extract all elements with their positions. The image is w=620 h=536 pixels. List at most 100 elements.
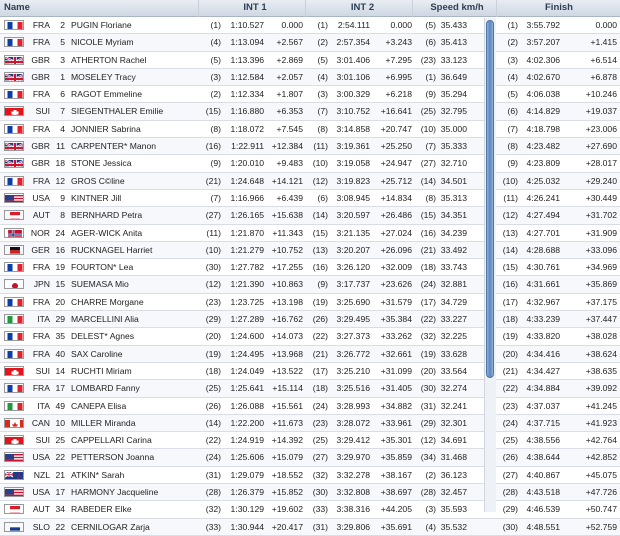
int2-rank: (32) bbox=[312, 469, 328, 480]
int2-gap: +7.295 bbox=[385, 54, 412, 65]
speed-value: 33.628 bbox=[440, 348, 467, 359]
int1-time: 1:20.010 bbox=[230, 158, 264, 169]
flag-ger-icon bbox=[4, 244, 24, 255]
table-row[interactable]: GBR 3 ATHERTON Rachel (5) 1:13.396 +2.869 (5) 3… bbox=[0, 51, 620, 69]
int1-time: 1:21.390 bbox=[230, 279, 264, 290]
finish-rank: (5) bbox=[507, 89, 518, 100]
flag-gbr-icon bbox=[4, 54, 24, 65]
table-row[interactable]: FRA 5 NICOLE Myriam (4) 1:13.094 +2.567 (2) 2:5… bbox=[0, 34, 620, 52]
table-row[interactable]: CAN 10 MILLER Miranda (14) 1:22.200 +11.673 (2… bbox=[0, 414, 620, 433]
int2-rank: (25) bbox=[312, 435, 328, 446]
speed-rank: (9) bbox=[425, 89, 436, 100]
table-row[interactable]: JPN 15 SUEMASA Mio (12) 1:21.390 +10.863 (9) 3:… bbox=[0, 276, 620, 294]
rider-name: LOMBARD Fanny bbox=[71, 383, 140, 394]
speed-value: 35.294 bbox=[440, 89, 467, 100]
nation-code: USA bbox=[32, 452, 50, 463]
table-row[interactable]: NZL 21 ATKIN* Sarah (31) 1:29.079 +18.552 (32)… bbox=[0, 466, 620, 485]
table-row[interactable]: FRA 6 RAGOT Emmeline (2) 1:12.334 +1.807 (3) 3:… bbox=[0, 86, 620, 104]
header-speed[interactable]: Speed km/h bbox=[417, 0, 497, 16]
int1-gap: +2.869 bbox=[276, 54, 303, 65]
table-row[interactable]: FRA 19 FOURTON* Lea (30) 1:27.782 +17.255 (16)… bbox=[0, 259, 620, 277]
speed-rank: (30) bbox=[420, 383, 436, 394]
int2-rank: (12) bbox=[312, 175, 328, 186]
speed-rank: (20) bbox=[420, 365, 436, 376]
int2-time: 3:32.808 bbox=[336, 487, 370, 498]
table-row[interactable]: SUI 14 RUCHTI Miriam (18) 1:24.049 +13.522 (17… bbox=[0, 362, 620, 381]
table-row[interactable]: USA 9 KINTNER Jill (7) 1:16.966 +6.439 (6) 3:08… bbox=[0, 189, 620, 208]
table-row[interactable]: SLO 22 CERNILOGAR Zarja (33) 1:30.944 +20.417… bbox=[0, 518, 620, 536]
rider-name: STONE Jessica bbox=[71, 158, 132, 169]
table-row[interactable]: AUT 34 RABEDER Elke (32) 1:30.129 +19.602 (33)… bbox=[0, 501, 620, 519]
table-row[interactable]: ITA 49 CANEPA Elisa (26) 1:26.088 +15.561 (24)… bbox=[0, 397, 620, 415]
int2-gap: +35.301 bbox=[380, 435, 412, 446]
table-row[interactable]: FRA 2 PUGIN Floriane (1) 1:10.527 0.000 (1) 2:5… bbox=[0, 17, 620, 35]
header-int2[interactable]: INT 2 bbox=[310, 0, 415, 16]
table-row[interactable]: ITA 29 MARCELLINI Alia (29) 1:27.289 +16.762 (… bbox=[0, 311, 620, 329]
scrollbar-thumb[interactable] bbox=[486, 20, 494, 378]
table-row[interactable]: GBR 11 CARPENTER* Manon (16) 1:22.911 +12.384… bbox=[0, 138, 620, 156]
int2-time: 3:25.516 bbox=[336, 383, 370, 394]
table-row[interactable]: FRA 35 DELEST* Agnes (20) 1:24.600 +14.073 (22… bbox=[0, 328, 620, 346]
int1-time: 1:16.966 bbox=[230, 192, 264, 203]
table-row[interactable]: AUT 8 BERNHARD Petra (27) 1:26.165 +15.638 (14… bbox=[0, 207, 620, 225]
finish-rank: (21) bbox=[502, 365, 518, 376]
int2-time: 3:29.495 bbox=[336, 314, 370, 325]
int2-gap: +33.262 bbox=[380, 331, 412, 342]
header-finish[interactable]: Finish bbox=[500, 0, 618, 16]
int2-time: 3:21.135 bbox=[336, 227, 370, 238]
int2-rank: (19) bbox=[312, 296, 328, 307]
table-row[interactable]: FRA 4 JONNIER Sabrina (8) 1:18.072 +7.545 (8) 3… bbox=[0, 120, 620, 139]
flag-gbr-icon bbox=[4, 71, 24, 82]
int1-rank: (22) bbox=[205, 435, 221, 446]
finish-gap: +31.909 bbox=[585, 227, 617, 238]
int1-rank: (8) bbox=[210, 123, 221, 134]
finish-time: 4:23.482 bbox=[526, 141, 560, 152]
bib-number: 1 bbox=[60, 71, 65, 82]
rider-name: CARPENTER* Manon bbox=[71, 141, 157, 152]
table-row[interactable]: FRA 20 CHARRE Morgane (23) 1:23.725 +13.198 (1… bbox=[0, 293, 620, 312]
table-row[interactable]: USA 17 HARMONY Jacqueline (28) 1:26.379 +15.8… bbox=[0, 484, 620, 502]
int1-rank: (31) bbox=[205, 469, 221, 480]
finish-gap: +31.702 bbox=[585, 210, 617, 221]
int1-gap: +14.073 bbox=[271, 331, 303, 342]
int1-gap: +2.057 bbox=[276, 71, 303, 82]
table-row[interactable]: USA 22 PETTERSON Joanna (24) 1:25.606 +15.079… bbox=[0, 449, 620, 467]
speed-value: 33.564 bbox=[440, 365, 467, 376]
int2-time: 3:26.120 bbox=[336, 262, 370, 273]
int2-rank: (8) bbox=[317, 123, 328, 134]
finish-rank: (30) bbox=[502, 521, 518, 532]
rider-name: BERNHARD Petra bbox=[71, 210, 143, 221]
nation-code: NZL bbox=[33, 469, 50, 480]
table-row[interactable]: GBR 1 MOSELEY Tracy (3) 1:12.584 +2.057 (4) 3:0… bbox=[0, 68, 620, 87]
rider-name: CERNILOGAR Zarja bbox=[71, 521, 150, 532]
finish-rank: (17) bbox=[502, 296, 518, 307]
header-name[interactable]: Name bbox=[4, 0, 64, 16]
int1-gap: +13.522 bbox=[271, 365, 303, 376]
vertical-scrollbar[interactable] bbox=[484, 18, 496, 512]
flag-gbr-icon bbox=[4, 141, 24, 152]
finish-gap: +19.037 bbox=[585, 106, 617, 117]
speed-rank: (6) bbox=[425, 37, 436, 48]
table-row[interactable]: SUI 7 SIEGENTHALER Emilie (15) 1:16.880 +6.35… bbox=[0, 103, 620, 121]
table-row[interactable]: NOR 24 AGER-WICK Anita (11) 1:21.870 +11.343 (… bbox=[0, 224, 620, 242]
table-row[interactable]: FRA 40 SAX Caroline (19) 1:24.495 +13.968 (21)… bbox=[0, 345, 620, 363]
speed-rank: (5) bbox=[425, 20, 436, 30]
speed-rank: (25) bbox=[420, 106, 436, 117]
header-int1[interactable]: INT 1 bbox=[205, 0, 305, 16]
finish-time: 4:02.670 bbox=[526, 71, 560, 82]
int2-time: 3:25.210 bbox=[336, 365, 370, 376]
int1-gap: +16.762 bbox=[271, 314, 303, 325]
int2-time: 3:32.278 bbox=[336, 469, 370, 480]
table-row[interactable]: SUI 25 CAPPELLARI Carina (22) 1:24.919 +14.39… bbox=[0, 432, 620, 450]
int1-gap: +7.545 bbox=[276, 123, 303, 134]
table-row[interactable]: FRA 17 LOMBARD Fanny (25) 1:25.641 +15.114 (18… bbox=[0, 380, 620, 398]
bib-number: 20 bbox=[55, 296, 65, 307]
finish-rank: (8) bbox=[507, 141, 518, 152]
rider-name: NICOLE Myriam bbox=[71, 37, 134, 48]
int2-gap: +35.859 bbox=[380, 452, 412, 463]
table-row[interactable]: GBR 18 STONE Jessica (9) 1:20.010 +9.483 (10) 3… bbox=[0, 155, 620, 173]
table-row[interactable]: GER 16 RUCKNAGEL Harriet (10) 1:21.279 +10.75… bbox=[0, 241, 620, 260]
table-row[interactable]: FRA 12 GROS C©line (21) 1:24.648 +14.121 (12) 3… bbox=[0, 172, 620, 190]
int1-time: 1:23.725 bbox=[230, 296, 264, 307]
finish-rank: (9) bbox=[507, 158, 518, 169]
